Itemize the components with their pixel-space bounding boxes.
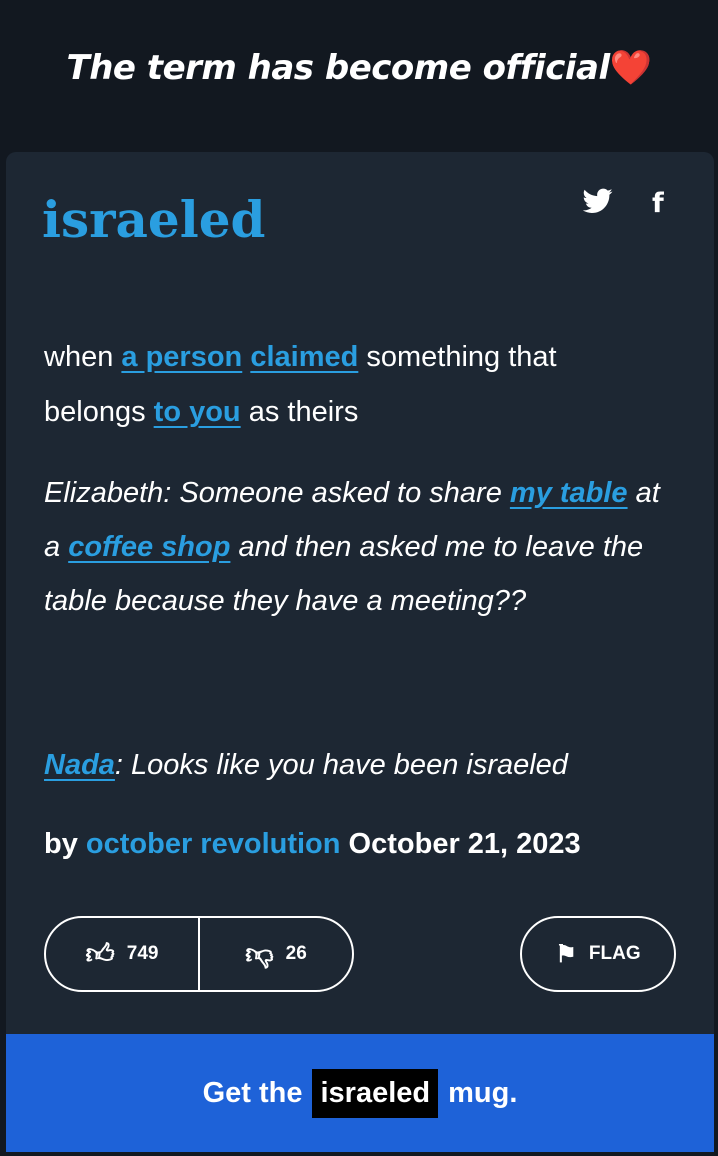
caption: The term has become official❤️ [0,48,718,88]
author-link[interactable]: october revolution [86,828,341,860]
definition-example: Elizabeth: Someone asked to share my tab… [44,466,674,628]
byline-by: by [44,828,78,860]
definition-example-reply: Nada: Looks like you have been israeled [44,738,674,792]
definition-word[interactable]: israeled [42,190,265,249]
flag-button[interactable]: ⚑ FLAG [520,916,676,992]
thumbs-up-button[interactable]: 👍︎ 749 [46,918,198,990]
flag-label: FLAG [588,943,641,964]
link-nada[interactable]: Nada [44,749,115,781]
downvote-count: 26 [285,943,307,964]
meaning-text: as theirs [240,396,359,428]
example-text: Elizabeth: Someone asked to share [44,477,510,509]
facebook-icon[interactable]: f [652,188,664,219]
example-text: : Looks like you have been israeled [114,749,568,781]
heart-emoji: ❤️ [609,48,652,88]
vote-buttons: 👍︎ 749 👎︎ 26 [44,916,354,992]
link-claimed[interactable]: claimed [250,341,358,373]
mug-suffix: mug. [448,1076,518,1109]
upvote-count: 749 [126,943,159,964]
thumbs-down-button[interactable]: 👎︎ 26 [198,918,352,990]
link-my-table[interactable]: my table [510,477,628,509]
twitter-icon[interactable] [582,188,613,221]
meaning-text: when [44,341,122,373]
caption-text: The term has become official [66,48,611,88]
mug-banner[interactable]: Get the israeled mug. [6,1034,714,1152]
byline: by october revolution October 21, 2023 [44,828,581,861]
definition-meaning: when a person claimed something that bel… [44,330,664,440]
mug-word: israeled [312,1068,439,1118]
link-to-you[interactable]: to you [154,396,241,428]
byline-date: October 21, 2023 [348,828,581,860]
flag-icon: ⚑ [555,940,577,968]
mug-prefix: Get the [202,1076,303,1109]
thumbs-up-icon: 👍︎ [85,938,115,969]
link-a-person[interactable]: a person [121,341,242,373]
thumbs-down-icon: 👎︎ [245,938,274,969]
link-coffee-shop[interactable]: coffee shop [68,531,230,563]
definition-card: israeled f when a person claimed somethi… [6,152,714,1152]
